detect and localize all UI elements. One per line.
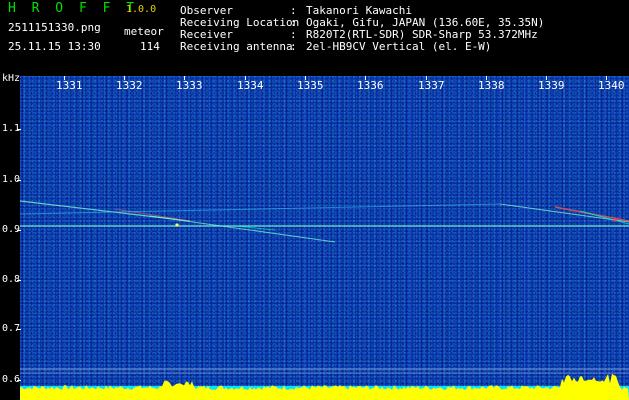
x-tick-1332: 1332 [116, 79, 143, 92]
x-tick-1334: 1334 [237, 79, 264, 92]
app-version: 1.0.0 [126, 4, 157, 15]
power-level-bar [20, 373, 629, 400]
waterfall-plot[interactable]: 1331 1332 1333 1334 1335 1336 1337 1338 … [20, 76, 629, 400]
echo-hotspot [613, 218, 617, 222]
capture-count: 114 [140, 40, 160, 53]
meta-colon: : [290, 40, 297, 53]
y-tick-mark [17, 129, 21, 130]
x-tick-1333: 1333 [176, 79, 203, 92]
app-title: H R O F F T [8, 1, 139, 16]
meta-label-antenna: Receiving antenna [180, 40, 293, 53]
x-tick-1340: 1340 [598, 79, 625, 92]
x-tick-1331: 1331 [56, 79, 83, 92]
y-tick-mark [17, 180, 21, 181]
meteor-echo-trace [149, 215, 336, 243]
header-panel: H R O F F T 1.0.0 2511151330.png 25.11.1… [0, 0, 629, 76]
echo-hotspot [175, 223, 179, 227]
x-tick-1335: 1335 [297, 79, 324, 92]
echo-traces [20, 200, 629, 374]
x-tick-1339: 1339 [538, 79, 565, 92]
x-tick-1336: 1336 [357, 79, 384, 92]
y-axis-unit: kHz [2, 73, 21, 84]
y-tick-mark [17, 329, 21, 330]
capture-filename: 2511151330.png [8, 21, 101, 34]
y-tick-mark [17, 230, 21, 231]
capture-datetime: 25.11.15 13:30 [8, 40, 101, 53]
x-tick-1337: 1337 [418, 79, 445, 92]
x-tick-1338: 1338 [478, 79, 505, 92]
y-tick-mark [17, 280, 21, 281]
capture-type: meteor [124, 25, 164, 38]
meteor-echo-trace [579, 210, 629, 225]
meta-value-antenna: 2el-HB9CV Vertical (el. E-W) [306, 40, 492, 53]
